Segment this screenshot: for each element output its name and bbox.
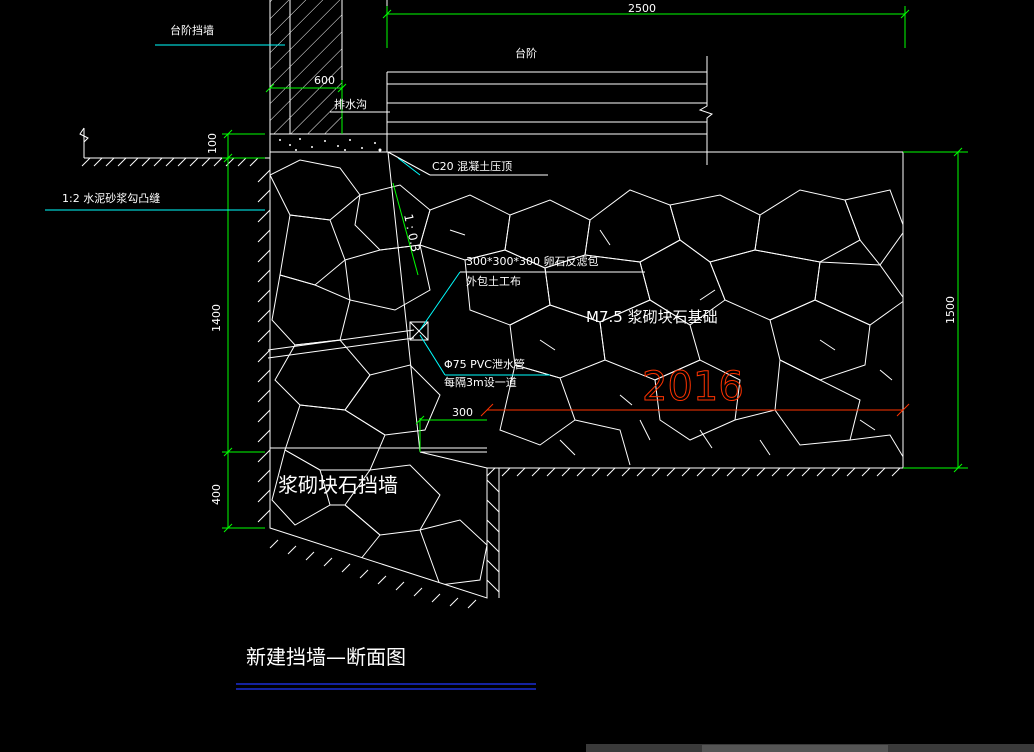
label-mortar-joint: 1:2 水泥砂浆勾凸缝 [62,191,160,205]
scrollbar-thumb[interactable] [702,745,888,752]
dim-1400: 1400 [210,304,223,332]
c20-cap [269,133,388,153]
pvc-drain-pipe [267,321,429,359]
label-c20-cap: C20 混凝土压顶 [432,159,512,173]
ground-left [79,127,271,523]
dim-400: 400 [210,484,223,505]
dim-600: 600 [314,74,335,87]
dim-300: 300 [452,406,473,419]
label-filter-pack-1: 300*300*300 卵石反滤包 [466,255,598,268]
label-foundation: M7.5 浆砌块石基础 [586,308,718,326]
section-drawing: 台阶挡墙 台阶 排水沟 1:2 水泥砂浆勾凸缝 C20 混凝土压顶 1 : 0.… [45,0,968,690]
stone-masonry [269,151,904,599]
wall-outline [270,151,488,469]
dim-1500: 1500 [944,296,957,324]
label-pvc-pipe-1: Φ75 PVC泄水管 [444,357,525,371]
white-leaders [330,111,645,273]
dim-2500: 2500 [628,2,656,15]
steps [387,56,714,165]
label-filter-pack-2: 外包土工布 [466,275,521,288]
dim-100: 100 [206,133,219,154]
label-step-retaining: 台阶挡墙 [170,23,214,37]
label-drain-ditch: 排水沟 [334,97,367,111]
label-pvc-pipe-2: 每隔3m设一道 [444,375,517,389]
drawing-title: 新建挡墙—断面图 [246,645,406,669]
title-underline [236,683,536,690]
red-value-label: 2016 [642,364,744,410]
label-step: 台阶 [515,46,537,60]
label-wall: 浆砌块石挡墙 [278,473,398,497]
